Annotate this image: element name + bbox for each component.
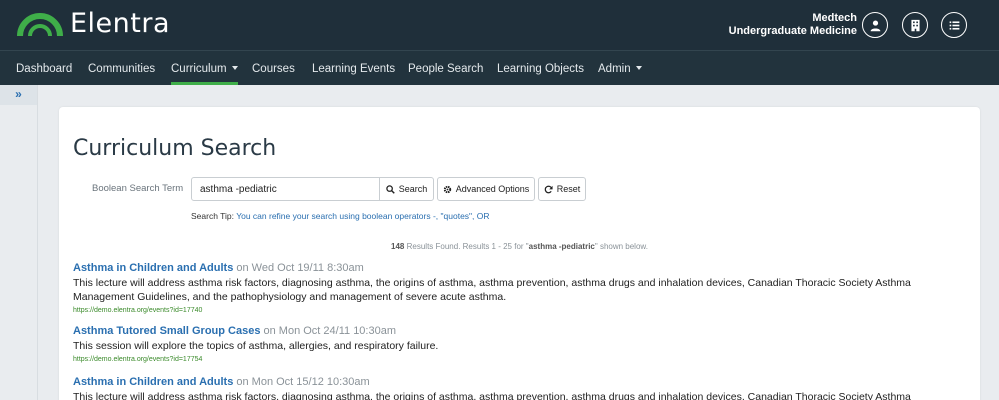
result-title-link[interactable]: Asthma Tutored Small Group Cases bbox=[73, 325, 260, 337]
building-icon bbox=[910, 19, 920, 31]
results-summary-tail: " shown below. bbox=[594, 242, 648, 251]
nav-label: Learning Events bbox=[312, 63, 396, 75]
result-date: on Mon Oct 24/11 10:30am bbox=[260, 325, 397, 337]
org-program: Undergraduate Medicine bbox=[728, 25, 857, 37]
page-title: Curriculum Search bbox=[73, 136, 277, 161]
reset-button-label: Reset bbox=[556, 184, 581, 194]
results-count: 148 bbox=[391, 242, 405, 251]
caret-down-icon bbox=[231, 66, 238, 70]
logo-text: Elentra bbox=[70, 8, 171, 39]
result-description: This lecture will address asthma risk fa… bbox=[73, 391, 911, 400]
search-term-label: Boolean Search Term bbox=[92, 183, 184, 194]
user-icon bbox=[870, 19, 880, 31]
result-title-link[interactable]: Asthma in Children and Adults bbox=[73, 262, 233, 274]
search-tip: Search Tip: You can refine your search u… bbox=[191, 211, 490, 221]
result-date: on Wed Oct 19/11 8:30am bbox=[233, 262, 364, 274]
search-button-label: Search bbox=[398, 184, 428, 194]
results-summary: 148 Results Found. Results 1 - 25 for "a… bbox=[59, 242, 980, 251]
result-title-line: Asthma in Children and Adults on Mon Oct… bbox=[73, 375, 953, 389]
nav-label: Dashboard bbox=[16, 63, 73, 75]
main-navigation: Dashboard Communities Curriculum Courses… bbox=[0, 50, 999, 85]
expand-sidebar-button[interactable]: » bbox=[0, 85, 37, 105]
user-profile-button[interactable] bbox=[862, 12, 888, 38]
caret-down-icon bbox=[635, 66, 642, 70]
result-title-line: Asthma Tutored Small Group Cases on Mon … bbox=[73, 324, 953, 338]
list-icon bbox=[949, 20, 959, 30]
nav-people-search[interactable]: People Search bbox=[408, 51, 483, 85]
result-description: This session will explore the topics of … bbox=[73, 340, 439, 352]
search-result: Asthma in Children and Adults on Wed Oct… bbox=[73, 261, 953, 314]
reset-button[interactable]: Reset bbox=[538, 177, 586, 201]
advanced-options-label: Advanced Options bbox=[455, 184, 530, 194]
results-search-term: asthma -pediatric bbox=[528, 242, 595, 251]
nav-label: Courses bbox=[252, 63, 295, 75]
result-title-line: Asthma in Children and Adults on Wed Oct… bbox=[73, 261, 953, 275]
search-result: Asthma Tutored Small Group Cases on Mon … bbox=[73, 324, 953, 363]
nav-label: Communities bbox=[88, 63, 156, 75]
search-tip-prefix: Search Tip: bbox=[191, 211, 234, 221]
result-date: on Mon Oct 15/12 10:30am bbox=[233, 376, 370, 388]
elentra-logo[interactable]: Elentra bbox=[16, 8, 170, 39]
results-summary-text: Results Found. Results 1 - 25 for " bbox=[404, 242, 529, 251]
result-url[interactable]: https://demo.elentra.org/events?id=17754 bbox=[73, 356, 953, 363]
nav-communities[interactable]: Communities bbox=[88, 51, 155, 85]
advanced-options-button[interactable]: Advanced Options bbox=[437, 177, 535, 201]
logo-arc-icon bbox=[17, 12, 63, 36]
double-chevron-right-icon: » bbox=[15, 87, 22, 101]
search-button[interactable]: Search bbox=[379, 177, 434, 201]
nav-label: Admin bbox=[598, 63, 631, 75]
nav-learning-events[interactable]: Learning Events bbox=[312, 51, 395, 85]
nav-courses[interactable]: Courses bbox=[252, 51, 295, 85]
nav-label: People Search bbox=[408, 63, 484, 75]
organization-switch-button[interactable] bbox=[902, 12, 928, 38]
org-name: Medtech bbox=[812, 12, 857, 24]
search-icon bbox=[386, 184, 395, 194]
gear-icon bbox=[443, 185, 451, 193]
refresh-icon bbox=[544, 185, 553, 193]
menu-list-button[interactable] bbox=[941, 12, 967, 38]
search-tip-text: You can refine your search using boolean… bbox=[236, 211, 490, 221]
result-description: This lecture will address asthma risk fa… bbox=[73, 277, 911, 303]
nav-dashboard[interactable]: Dashboard bbox=[16, 51, 72, 85]
top-header: Elentra Medtech Undergraduate Medicine bbox=[0, 0, 999, 50]
organization-label[interactable]: Medtech Undergraduate Medicine bbox=[729, 12, 857, 38]
search-result: Asthma in Children and Adults on Mon Oct… bbox=[73, 375, 953, 400]
nav-learning-objects[interactable]: Learning Objects bbox=[497, 51, 584, 85]
result-url[interactable]: https://demo.elentra.org/events?id=17740 bbox=[73, 307, 953, 314]
nav-label: Curriculum bbox=[171, 63, 227, 75]
nav-curriculum[interactable]: Curriculum bbox=[171, 51, 238, 85]
nav-admin[interactable]: Admin bbox=[598, 51, 642, 85]
sidebar: » bbox=[0, 85, 38, 400]
search-input[interactable] bbox=[191, 177, 380, 201]
nav-label: Learning Objects bbox=[497, 63, 584, 75]
result-title-link[interactable]: Asthma in Children and Adults bbox=[73, 376, 233, 388]
main-content-card: Curriculum Search Boolean Search Term Se… bbox=[59, 107, 980, 400]
